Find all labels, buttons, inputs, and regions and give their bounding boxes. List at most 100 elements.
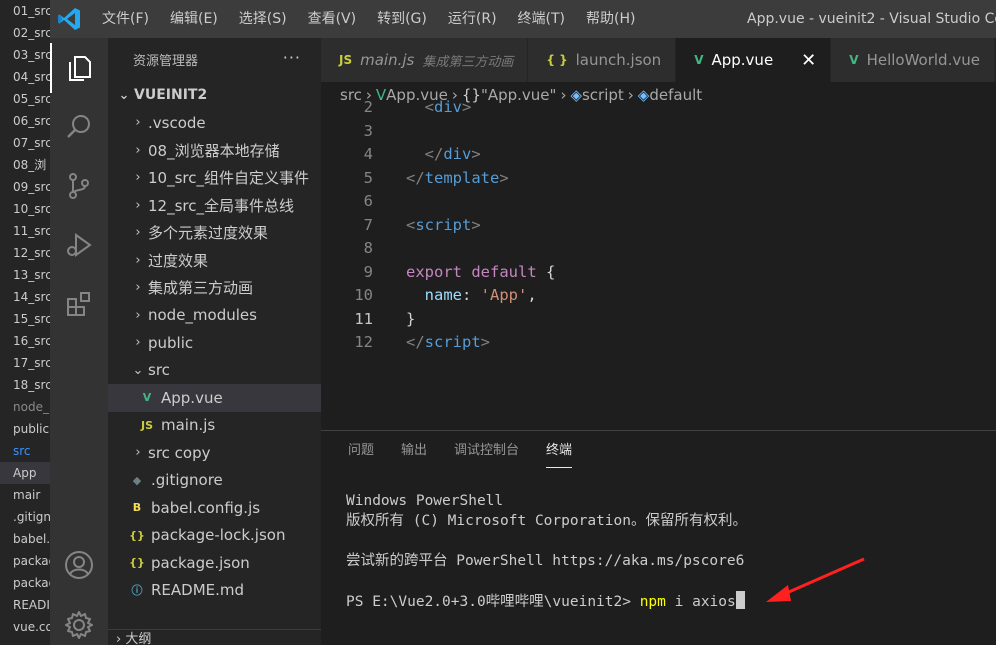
tree-item[interactable]: JS main.js	[108, 412, 321, 440]
run-debug-icon[interactable]	[50, 220, 108, 270]
close-icon[interactable]: ✕	[801, 50, 816, 71]
account-icon[interactable]	[50, 540, 108, 590]
outer-explorer-item[interactable]: 14_src	[0, 286, 50, 308]
outer-explorer-item[interactable]: babel.	[0, 528, 50, 550]
chevron-right-icon: ›	[135, 280, 141, 296]
menu-item[interactable]: 运行(R)	[448, 0, 497, 38]
outline-label: 大纲	[125, 632, 152, 645]
tree-item[interactable]: ⓘ README.md	[108, 577, 321, 605]
tree-item[interactable]: › 多个元素过度效果	[108, 219, 321, 247]
code-text: <div>	[406, 96, 472, 120]
tab-label: HelloWorld.vue	[866, 51, 980, 69]
tab-label: App.vue	[711, 51, 774, 69]
outer-explorer-item[interactable]: 15_src	[0, 308, 50, 330]
outline-section[interactable]: › 大纲	[108, 629, 321, 645]
outer-explorer-item[interactable]: public	[0, 418, 50, 440]
tree-item[interactable]: › 08_浏览器本地存储	[108, 137, 321, 165]
panel-tab[interactable]: 终端	[546, 431, 573, 471]
chevron-right-icon: ›	[135, 142, 141, 158]
tree-item[interactable]: ◆ .gitignore	[108, 467, 321, 495]
code-editor[interactable]: 2 <div> 3 4 </div> 5 </template> 6 7 <script> 8 9…	[321, 98, 996, 430]
menu-item[interactable]: 选择(S)	[239, 0, 287, 38]
tree-item[interactable]: {} package-lock.json	[108, 522, 321, 550]
outer-explorer-item[interactable]: 01_src	[0, 0, 50, 22]
tree-item[interactable]: › 集成第三方动画	[108, 274, 321, 302]
outer-explorer-item[interactable]: READI	[0, 594, 50, 616]
outer-explorer-item[interactable]: src	[0, 440, 50, 462]
source-control-icon[interactable]	[50, 161, 108, 211]
annotation-arrow-icon	[766, 557, 865, 602]
menu-item[interactable]: 帮助(H)	[586, 0, 635, 38]
outer-explorer-item[interactable]: App	[0, 462, 50, 484]
menu-item[interactable]: 查看(V)	[308, 0, 357, 38]
outer-explorer-item[interactable]: 12_src	[0, 242, 50, 264]
outer-explorer-item[interactable]: 16_src	[0, 330, 50, 352]
search-icon[interactable]	[50, 102, 108, 152]
code-line: 3	[321, 120, 996, 144]
outer-explorer-item[interactable]: 07_src	[0, 132, 50, 154]
menu-item[interactable]: 文件(F)	[102, 0, 149, 38]
explorer-icon[interactable]	[50, 43, 108, 93]
line-number: 8	[363, 239, 373, 257]
panel-tab[interactable]: 调试控制台	[454, 431, 519, 471]
panel-tab[interactable]: 问题	[348, 431, 374, 471]
terminal-cursor	[735, 591, 745, 609]
tree-item-label: src copy	[148, 443, 211, 462]
outer-explorer-item[interactable]: 10_src	[0, 198, 50, 220]
line-number: 4	[363, 145, 373, 163]
panel-tab[interactable]: 输出	[401, 431, 427, 471]
terminal-prompt: PS E:\Vue2.0+3.0哔哩哔哩\vueinit2>	[346, 594, 640, 610]
tree-item-label: package-lock.json	[151, 526, 286, 545]
outer-explorer-item[interactable]: node_	[0, 396, 50, 418]
outer-explorer-item[interactable]: 17_src	[0, 352, 50, 374]
outer-explorer-item[interactable]: 11_src	[0, 220, 50, 242]
outer-explorer-item[interactable]: 03_src	[0, 44, 50, 66]
outer-explorer-item[interactable]: packag	[0, 550, 50, 572]
extensions-icon[interactable]	[50, 279, 108, 329]
outer-explorer-item[interactable]: vue.co	[0, 616, 50, 638]
terminal[interactable]: Windows PowerShell 版权所有 (C) Microsoft Cor…	[346, 491, 747, 611]
outer-explorer-item[interactable]: 13_src	[0, 264, 50, 286]
code-token: div	[434, 98, 463, 116]
outer-explorer-item[interactable]: 06_src	[0, 110, 50, 132]
outer-explorer-item[interactable]: 09_src	[0, 176, 50, 198]
editor-tab[interactable]: V HelloWorld.vue	[831, 38, 995, 82]
outer-explorer-item[interactable]: 05_src	[0, 88, 50, 110]
tree-item[interactable]: {} package.json	[108, 549, 321, 577]
tree-item[interactable]: › .vscode	[108, 109, 321, 137]
outer-explorer-item[interactable]: mair	[0, 484, 50, 506]
outer-explorer-item[interactable]: .gitign	[0, 506, 50, 528]
editor-tab[interactable]: V App.vue ✕	[676, 38, 832, 82]
editor-tab[interactable]: JS main.js 集成第三方动画	[321, 38, 529, 82]
tree-item[interactable]: V App.vue	[108, 384, 321, 412]
tree-item[interactable]: › public	[108, 329, 321, 357]
terminal-line: Windows PowerShell	[346, 493, 504, 509]
tree-item[interactable]: › src copy	[108, 439, 321, 467]
tree-item[interactable]: › 过度效果	[108, 247, 321, 275]
tab-label: main.js	[360, 51, 415, 69]
outer-explorer-item[interactable]: 04_src	[0, 66, 50, 88]
more-actions-icon[interactable]: ···	[283, 48, 301, 67]
workspace-section[interactable]: ⌄ VUEINIT2	[108, 81, 321, 109]
window-title: App.vue - vueinit2 - Visual Studio Code	[747, 11, 996, 27]
tree-item[interactable]: ⌄ src	[108, 357, 321, 385]
settings-gear-icon[interactable]	[50, 600, 108, 645]
tab-label: launch.json	[575, 51, 662, 69]
editor-tab[interactable]: { } launch.json	[528, 38, 677, 82]
outer-explorer-item[interactable]: 02_src	[0, 22, 50, 44]
outer-explorer-item[interactable]: packag	[0, 572, 50, 594]
menu-item[interactable]: 终端(T)	[518, 0, 565, 38]
outer-explorer-item[interactable]: 08_浏	[0, 154, 50, 176]
tree-item[interactable]: › 12_src_全局事件总线	[108, 192, 321, 220]
menu-item[interactable]: 转到(G)	[377, 0, 427, 38]
outer-explorer-item[interactable]: 18_src	[0, 374, 50, 396]
bottom-panel: 问题 输出 调试控制台 终端 Windows PowerShell 版权所有 (C) M…	[321, 430, 996, 645]
menu-item[interactable]: 编辑(E)	[170, 0, 218, 38]
tree-item[interactable]: Bbabel.config.js	[108, 494, 321, 522]
tree-item[interactable]: › node_modules	[108, 302, 321, 330]
tree-item[interactable]: › 10_src_组件自定义事件	[108, 164, 321, 192]
line-number: 5	[363, 168, 373, 187]
code-text: </div>	[406, 143, 481, 167]
code-line: 5 </template>	[321, 167, 996, 191]
